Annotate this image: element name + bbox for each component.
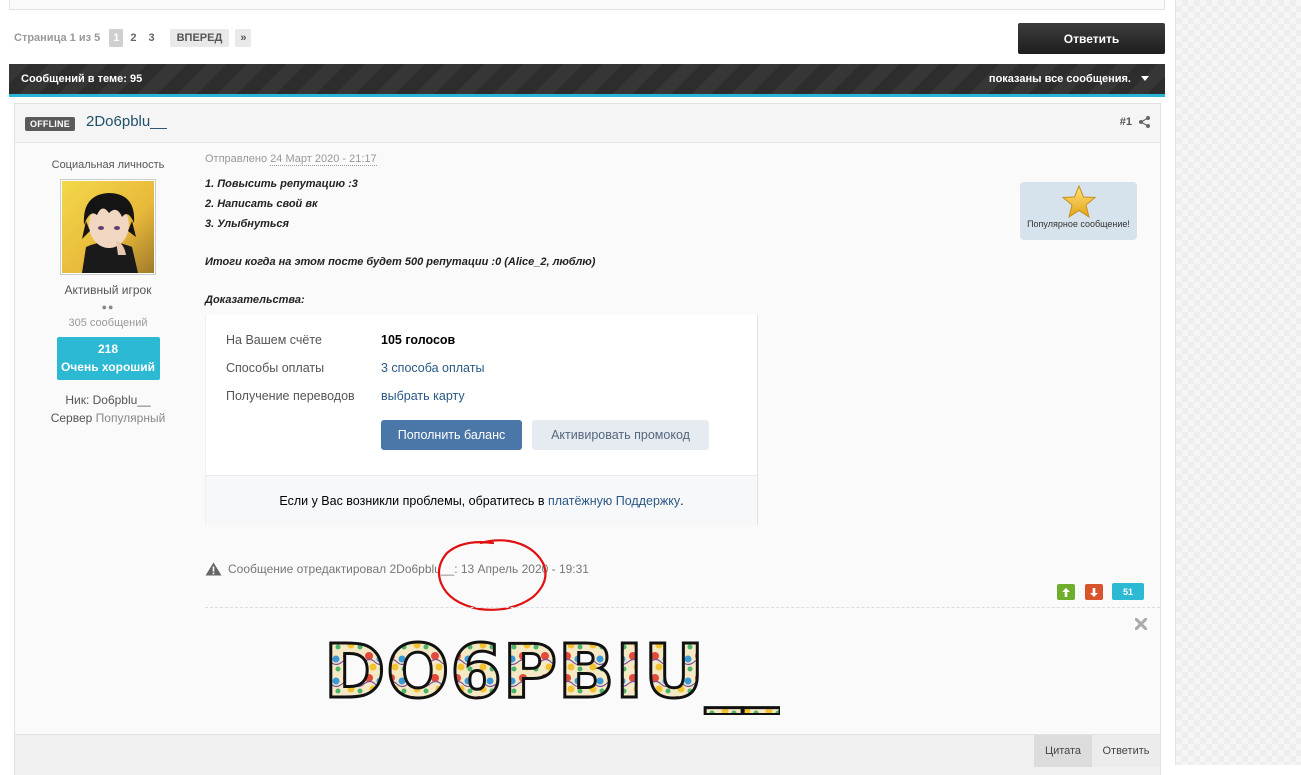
- last-page-button[interactable]: »: [235, 29, 252, 47]
- popular-post-label: Популярное сообщение!: [1027, 219, 1130, 229]
- sent-date: 24 Март 2020 - 21:17: [270, 153, 377, 166]
- server-field: Сервер Популярный: [15, 411, 201, 425]
- page-2-link[interactable]: 2: [125, 29, 141, 47]
- author-info: Социальная личность Активный игрок ●● 30…: [15, 143, 201, 425]
- reputation-label: Очень хороший: [60, 360, 156, 374]
- post-date: Отправлено 24 Март 2020 - 21:17: [205, 153, 377, 166]
- support-end: .: [680, 494, 684, 508]
- page-background-gutter: [1175, 0, 1301, 765]
- star-icon: [1061, 185, 1096, 219]
- reply-topic-button[interactable]: Ответить: [1018, 23, 1165, 54]
- close-icon[interactable]: [1135, 618, 1147, 630]
- balance-value: 105 голосов: [381, 333, 456, 347]
- server-label: Сервер: [50, 411, 93, 425]
- body-line: Итоги когда на этом посте будет 500 репу…: [205, 256, 596, 268]
- body-line: 2. Написать свой вк: [205, 198, 318, 210]
- quote-button[interactable]: Цитата: [1034, 735, 1092, 767]
- caret-down-icon[interactable]: [1141, 76, 1149, 81]
- post-footer: Цитата Ответить: [15, 734, 1160, 775]
- signature-text: DO6PBIU__: [324, 629, 780, 715]
- filter-dropdown[interactable]: показаны все сообщения.: [989, 73, 1131, 85]
- reputation-badge: 218 Очень хороший: [56, 337, 160, 380]
- reputation-value: 218: [97, 342, 119, 356]
- avatar[interactable]: [60, 179, 156, 275]
- member-group: Активный игрок: [64, 283, 152, 297]
- nick-field: Ник: Do6pblu__: [65, 393, 151, 407]
- arrow-down-icon: [1090, 587, 1098, 597]
- next-page-button[interactable]: ВПЕРЕД: [169, 29, 230, 47]
- activate-promo-button[interactable]: Активировать промокод: [532, 420, 709, 450]
- author-title: Социальная личность: [51, 159, 165, 171]
- body-line: Доказательства:: [205, 294, 305, 306]
- status-badge: OFFLINE: [25, 117, 75, 131]
- signature-divider: [205, 607, 1160, 608]
- topic-bar: Сообщений в теме: 95 показаны все сообще…: [9, 64, 1165, 97]
- transfers-label: Получение переводов: [226, 389, 355, 403]
- balance-label: На Вашем счёте: [226, 333, 322, 347]
- post-number-link[interactable]: #1: [1120, 116, 1132, 128]
- page-1-link[interactable]: 1: [109, 29, 124, 47]
- rank-pips: ●●: [101, 302, 115, 312]
- payment-methods-link[interactable]: 3 способа оплаты: [381, 361, 484, 375]
- vote-down-button[interactable]: [1085, 584, 1103, 600]
- signature-image: DO6PBIU__: [323, 629, 781, 715]
- body-line: 3. Улыбнуться: [205, 218, 289, 230]
- pagination: Страница 1 из 5 1 2 3 ВПЕРЕД »: [14, 28, 252, 48]
- annotation-circle: [437, 539, 547, 611]
- post-body: 1. Повысить репутацию :3 2. Написать сво…: [205, 178, 595, 314]
- post-reputation-count: 51: [1112, 583, 1144, 600]
- payment-methods-label: Способы оплаты: [226, 361, 325, 375]
- server-value: Популярный: [95, 411, 166, 425]
- support-link[interactable]: платёжную Поддержку: [548, 494, 680, 508]
- support-text: Если у Вас возникли проблемы, обратитесь…: [279, 494, 545, 508]
- warning-icon: [205, 562, 222, 576]
- body-line: 1. Повысить репутацию :3: [205, 178, 358, 190]
- post: OFFLINE 2Do6pblu__ #1 Социальная личност…: [14, 103, 1161, 775]
- popular-post-badge: Популярное сообщение!: [1020, 182, 1137, 240]
- choose-card-link[interactable]: выбрать карту: [381, 389, 465, 403]
- support-note: Если у Вас возникли проблемы, обратитесь…: [206, 475, 757, 526]
- avatar-image: [62, 181, 154, 273]
- payment-screenshot: На Вашем счёте 105 голосов Способы оплат…: [205, 315, 758, 526]
- page-3-link[interactable]: 3: [143, 29, 159, 47]
- reply-button[interactable]: Ответить: [1092, 735, 1160, 767]
- author-post-count: 305 сообщений: [68, 317, 148, 329]
- sent-prefix: Отправлено: [205, 153, 268, 165]
- post-header: OFFLINE 2Do6pblu__ #1: [15, 104, 1160, 143]
- author-link[interactable]: 2Do6pblu__: [86, 113, 167, 130]
- pagination-label: Страница 1 из 5: [14, 32, 101, 44]
- top-up-balance-button[interactable]: Пополнить баланс: [381, 420, 522, 450]
- post-count-label: Сообщений в теме: 95: [21, 73, 143, 85]
- arrow-up-icon: [1062, 587, 1070, 597]
- share-icon[interactable]: [1139, 116, 1150, 128]
- vote-up-button[interactable]: [1057, 584, 1075, 600]
- previous-box-edge: [9, 0, 1165, 10]
